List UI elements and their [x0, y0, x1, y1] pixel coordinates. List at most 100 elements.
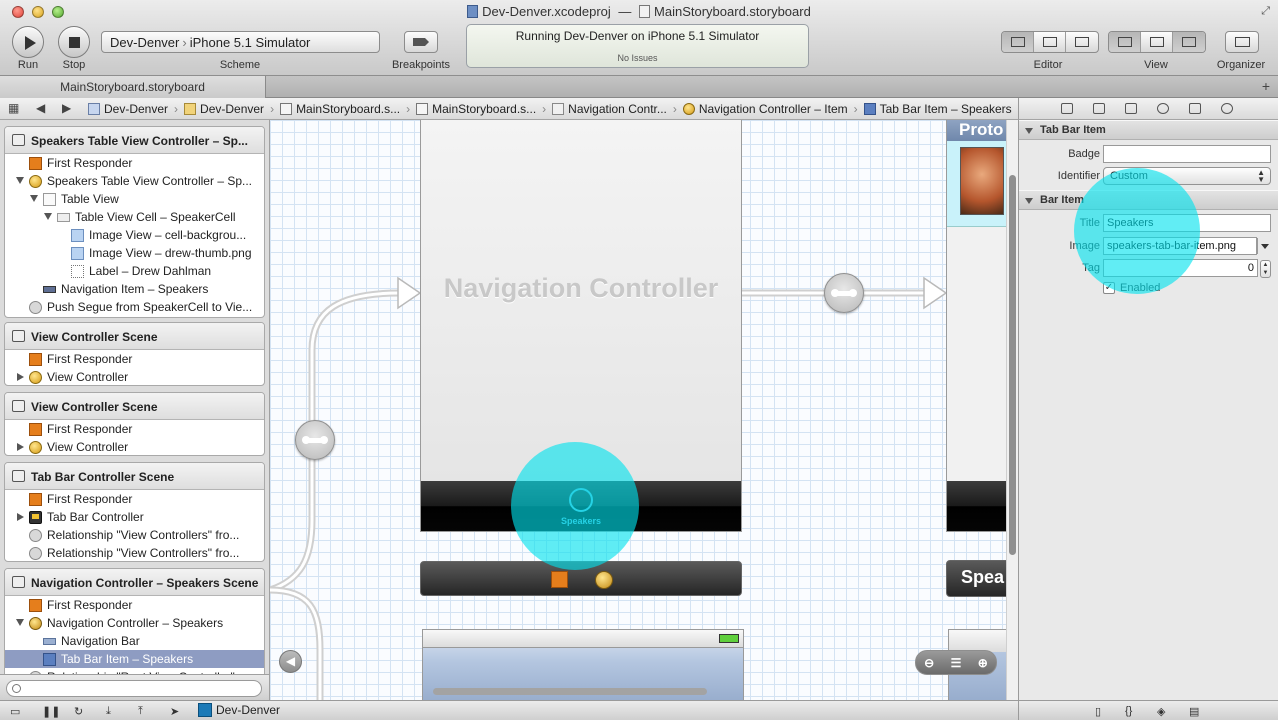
outline-row[interactable]: Push Segue from SpeakerCell to Vie... — [5, 298, 264, 316]
outline-row[interactable]: View Controller — [5, 368, 264, 385]
scene-header[interactable]: Navigation Controller – Speakers Scene — [5, 569, 264, 596]
tab-item-label[interactable]: Speakers — [421, 516, 741, 526]
outline-row[interactable]: Image View – drew-thumb.png — [5, 244, 264, 262]
outline-row[interactable]: Table View Cell – SpeakerCell — [5, 208, 264, 226]
outline-row[interactable]: First Responder — [5, 596, 264, 614]
scene-header[interactable]: Speakers Table View Controller – Sp... — [5, 127, 264, 154]
utilities-toggle-button[interactable] — [1173, 32, 1205, 52]
organizer-button[interactable] — [1225, 31, 1259, 53]
speakers-tab-icon[interactable] — [569, 488, 593, 512]
scene-header[interactable]: Tab Bar Controller Scene — [5, 463, 264, 490]
connections-inspector-icon[interactable] — [1221, 103, 1233, 114]
object-library-icon[interactable]: ◈ — [1157, 705, 1165, 718]
scene-header[interactable]: View Controller Scene — [5, 323, 264, 350]
outline-row[interactable]: Image View – cell-backgrou... — [5, 226, 264, 244]
speakers-table-scene[interactable]: Proto — [946, 120, 1008, 532]
prototype-cell[interactable] — [947, 141, 1008, 227]
run-button[interactable] — [12, 26, 44, 58]
outline-row[interactable]: Navigation Controller – Speakers — [5, 614, 264, 632]
identifier-popup[interactable]: Custom ▲ ▼ — [1103, 167, 1271, 185]
canvas-horizontal-scrollbar[interactable] — [433, 688, 707, 695]
outline-row[interactable]: First Responder — [5, 154, 264, 172]
pause-icon[interactable]: ❚❚ — [42, 705, 60, 718]
outline-row[interactable]: Navigation Item – Speakers — [5, 280, 264, 298]
location-icon[interactable]: ➤ — [170, 705, 179, 718]
first-responder-icon[interactable] — [551, 571, 568, 588]
fullscreen-icon[interactable]: ⤢ — [1261, 5, 1270, 18]
hide-debug-area-icon[interactable]: ▭ — [10, 705, 20, 718]
section-tab-bar-item[interactable]: Tab Bar Item — [1019, 120, 1278, 140]
step-out-icon[interactable]: ⤒ — [138, 705, 143, 718]
outline-row[interactable]: View Controller — [5, 438, 264, 455]
tag-field[interactable] — [1103, 259, 1258, 277]
back-icon[interactable]: ◀ — [36, 101, 45, 115]
scheme-selector[interactable]: Dev-Denver › iPhone 5.1 Simulator — [101, 31, 380, 53]
tab-main-storyboard[interactable]: MainStoryboard.storyboard — [0, 76, 266, 98]
related-items-icon[interactable]: ▦ — [8, 101, 19, 115]
step-over-icon[interactable]: ↻ — [74, 705, 83, 718]
outline-row[interactable]: Speakers Table View Controller – Sp... — [5, 172, 264, 190]
scene-header[interactable]: View Controller Scene — [5, 393, 264, 420]
storyboard-canvas[interactable]: Navigation Controller Speakers Proto Spe… — [270, 120, 1008, 700]
assistant-editor-button[interactable] — [1034, 32, 1066, 52]
scrollbar-thumb[interactable] — [1009, 175, 1016, 555]
outline-row[interactable]: First Responder — [5, 490, 264, 508]
badge-field[interactable] — [1103, 145, 1271, 163]
disclosure-right-icon[interactable] — [17, 373, 24, 381]
tag-stepper[interactable]: ▲ ▼ — [1260, 260, 1271, 278]
breadcrumb-item[interactable]: Navigation Contr... › — [552, 102, 683, 116]
debug-area-toggle-button[interactable] — [1141, 32, 1173, 52]
outline-row[interactable]: Navigation Bar — [5, 632, 264, 650]
outline-row[interactable]: Relationship "View Controllers" fro... — [5, 544, 264, 561]
zoom-in-icon[interactable]: ⊕ — [978, 656, 988, 670]
disclosure-right-icon[interactable] — [17, 443, 24, 451]
disclosure-down-icon[interactable] — [16, 177, 24, 184]
code-snippet-library-icon[interactable]: {} — [1125, 705, 1132, 717]
navigation-controller-icon[interactable] — [595, 571, 613, 589]
breadcrumb-item[interactable]: Dev-Denver › — [184, 102, 280, 116]
version-editor-button[interactable] — [1066, 32, 1098, 52]
outline-row[interactable]: Table View — [5, 190, 264, 208]
combo-dropdown-icon[interactable] — [1257, 238, 1271, 254]
breadcrumb-item[interactable]: Dev-Denver › — [88, 102, 184, 116]
outline-row[interactable]: First Responder — [5, 420, 264, 438]
outline-row[interactable]: First Responder — [5, 350, 264, 368]
standard-editor-button[interactable] — [1002, 32, 1034, 52]
disclosure-right-icon[interactable] — [17, 513, 24, 521]
add-tab-icon[interactable]: + — [1262, 78, 1270, 94]
section-bar-item[interactable]: Bar Item — [1019, 190, 1278, 210]
image-combo-field[interactable] — [1103, 237, 1257, 255]
step-into-icon[interactable]: ⤓ — [106, 705, 111, 718]
canvas-vertical-scrollbar[interactable] — [1006, 120, 1018, 700]
canvas-back-icon[interactable]: ◀ — [279, 650, 302, 673]
outline-row[interactable]: Tab Bar Controller — [5, 508, 264, 526]
segue-icon[interactable] — [824, 273, 864, 313]
media-library-icon[interactable]: ▤ — [1189, 705, 1199, 718]
file-template-library-icon[interactable]: ▯ — [1095, 705, 1101, 718]
breakpoints-button[interactable] — [404, 31, 438, 53]
outline-filter-input[interactable] — [6, 680, 262, 697]
disclosure-down-icon[interactable] — [30, 195, 38, 202]
attributes-inspector-icon[interactable] — [1157, 103, 1169, 114]
enabled-checkbox[interactable]: ✓ — [1103, 282, 1115, 294]
quick-help-icon[interactable] — [1093, 103, 1105, 114]
stop-button[interactable] — [58, 26, 90, 58]
breadcrumb-item[interactable]: MainStoryboard.s... › — [416, 102, 552, 116]
debug-target[interactable]: Dev-Denver — [198, 703, 280, 717]
navigator-toggle-button[interactable] — [1109, 32, 1141, 52]
disclosure-down-icon[interactable] — [16, 619, 24, 626]
disclosure-down-icon[interactable] — [44, 213, 52, 220]
breadcrumb-item[interactable]: Navigation Controller – Item › — [682, 102, 864, 116]
title-field[interactable] — [1103, 214, 1271, 232]
forward-icon[interactable]: ▶ — [62, 101, 71, 115]
outline-row[interactable]: Relationship "View Controllers" fro... — [5, 526, 264, 544]
zoom-actual-icon[interactable]: ☰ — [951, 656, 962, 670]
zoom-out-icon[interactable]: ⊖ — [924, 656, 934, 670]
size-inspector-icon[interactable] — [1189, 103, 1201, 114]
breadcrumb-item[interactable]: MainStoryboard.s... › — [280, 102, 416, 116]
identity-inspector-icon[interactable] — [1125, 103, 1137, 114]
outline-row[interactable]: Label – Drew Dahlman — [5, 262, 264, 280]
breadcrumb-item[interactable]: Tab Bar Item – Speakers — [863, 102, 1012, 116]
outline-row-selected[interactable]: Tab Bar Item – Speakers — [5, 650, 264, 668]
file-inspector-icon[interactable] — [1061, 103, 1073, 114]
